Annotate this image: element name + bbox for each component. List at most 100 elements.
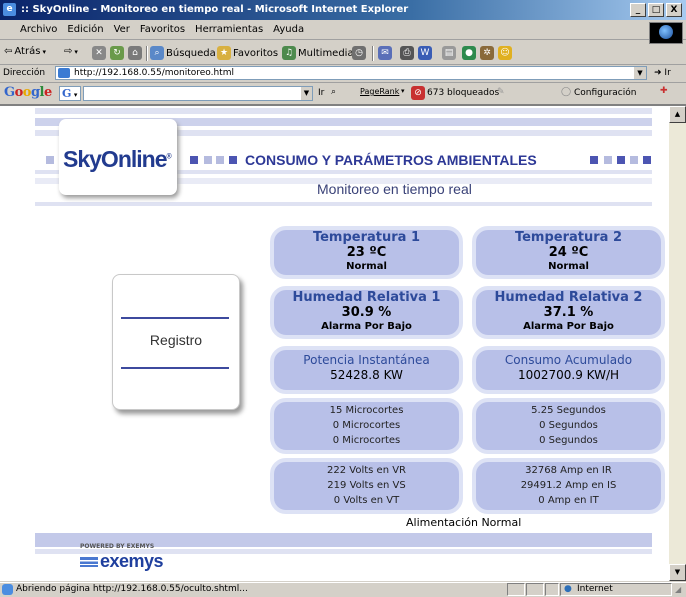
instant-power-value: 52428.8 KW: [330, 368, 403, 382]
registro-button[interactable]: Registro: [112, 274, 240, 410]
menu-favoritos[interactable]: Favoritos: [135, 21, 190, 35]
humidity-1-status: Alarma Por Bajo: [321, 321, 412, 332]
microcuts-line: 15 Microcortes: [329, 405, 404, 416]
menu-ayuda[interactable]: Ayuda: [268, 21, 309, 35]
exemys-logo: exemys: [80, 551, 164, 572]
pagerank-button[interactable]: PageRank: [360, 87, 399, 96]
chevron-down-icon[interactable]: ▼: [301, 87, 312, 100]
settings-button[interactable]: Configuración: [574, 88, 636, 98]
instant-power-panel: Potencia Instantánea 52428.8 KW: [270, 346, 463, 394]
seconds-panel: 5.25 Segundos 0 Segundos 0 Segundos: [472, 398, 665, 454]
multimedia-label: Multimedia: [298, 47, 354, 59]
minimize-button[interactable]: _: [630, 3, 646, 17]
logo-text: SkyOnline: [63, 146, 167, 172]
multimedia-icon: ♫: [282, 46, 296, 60]
address-input[interactable]: http://192.168.0.55/monitoreo.html ▼: [55, 66, 647, 80]
vertical-scrollbar[interactable]: ▲ ▼: [669, 106, 686, 581]
favorites-button[interactable]: ★ Favoritos: [217, 46, 278, 60]
go-button[interactable]: ➜ Ir: [654, 68, 671, 78]
microcuts-line: 0 Microcortes: [332, 435, 401, 446]
temperature-2-status: Normal: [548, 261, 589, 272]
amps-line: 29491.2 Amp en IS: [520, 480, 617, 491]
status-message: Abriendo página http://192.168.0.55/ocul…: [16, 584, 248, 594]
loading-page-icon: [2, 584, 13, 595]
page-subtitle: Monitoreo en tiempo real: [317, 181, 472, 197]
google-search-site-icon[interactable]: ⌕: [331, 87, 336, 97]
temperature-1-label: Temperatura 1: [312, 230, 421, 245]
window-title: :: SkyOnline - Monitoreo en tiempo real …: [21, 4, 409, 15]
search-icon: ⌕: [150, 46, 164, 60]
scroll-up-button[interactable]: ▲: [669, 106, 686, 123]
search-button[interactable]: ⌕ Búsqueda: [150, 46, 216, 60]
highlight-icon[interactable]: ✎: [497, 87, 505, 97]
discuss-icon[interactable]: ▤: [442, 46, 456, 60]
windows-logo-throbber: [649, 22, 683, 44]
smiley-icon[interactable]: ☺: [498, 46, 512, 60]
menu-edicion[interactable]: Edición: [62, 21, 108, 35]
windows-logo-icon: [659, 25, 673, 39]
resize-grip-icon[interactable]: ◢: [675, 585, 681, 594]
multimedia-button[interactable]: ♫ Multimedia: [282, 46, 354, 60]
search-label: Búsqueda: [166, 47, 216, 59]
chevron-down-icon: ▾: [42, 47, 46, 56]
accumulated-consumption-value: 1002700.9 KW/H: [517, 368, 620, 382]
mail-icon[interactable]: ✉: [378, 46, 392, 60]
google-go-button[interactable]: Ir: [318, 88, 324, 98]
amps-panel: 32768 Amp en IR 29491.2 Amp en IS 0 Amp …: [472, 458, 665, 514]
favorites-icon: ★: [217, 46, 231, 60]
menu-archivo[interactable]: Archivo: [15, 21, 62, 35]
chevron-down-icon: ▾: [74, 47, 78, 56]
powered-by: POWERED BY EXEMYS: [80, 543, 155, 550]
home-icon[interactable]: ⌂: [128, 46, 142, 60]
back-button[interactable]: ⇦ Atrás ▾: [4, 46, 46, 57]
back-label: Atrás: [14, 46, 41, 57]
go-arrow-icon: ➜: [654, 68, 662, 78]
page-icon: [58, 68, 70, 78]
messenger-icon[interactable]: ●: [462, 46, 476, 60]
refresh-icon[interactable]: ↻: [110, 46, 124, 60]
menu-herramientas[interactable]: Herramientas: [190, 21, 268, 35]
google-search-input[interactable]: ▼: [83, 86, 313, 101]
menu-ver[interactable]: Ver: [109, 21, 135, 35]
close-button[interactable]: X: [666, 3, 682, 17]
trademark: ®: [166, 153, 171, 161]
temperature-2-label: Temperatura 2: [514, 230, 623, 245]
address-label: Dirección: [3, 68, 46, 78]
internet-explorer-icon: e: [3, 3, 16, 16]
accumulated-consumption-label: Consumo Acumulado: [504, 353, 633, 367]
maximize-button[interactable]: □: [648, 3, 664, 17]
translate-icon[interactable]: ✚: [660, 86, 668, 96]
seconds-line: 0 Segundos: [539, 420, 598, 431]
scroll-down-button[interactable]: ▼: [669, 564, 686, 581]
amps-line: 32768 Amp en IR: [525, 465, 612, 476]
stop-icon[interactable]: ✕: [92, 46, 106, 60]
accumulated-consumption-panel: Consumo Acumulado 1002700.9 KW/H: [472, 346, 665, 394]
humidity-2-status: Alarma Por Bajo: [523, 321, 614, 332]
humidity-1-value: 30.9 %: [341, 305, 392, 320]
volts-line: 0 Volts en VT: [333, 495, 400, 506]
popup-blocked-count[interactable]: 673 bloqueados: [427, 88, 499, 98]
google-logo[interactable]: Google: [4, 85, 52, 100]
window-controls: _ □ X: [630, 3, 682, 17]
google-g-button[interactable]: G ▾: [59, 86, 81, 101]
word-edit-icon[interactable]: W: [418, 46, 432, 60]
print-icon[interactable]: ⎙: [400, 46, 414, 60]
chevron-down-icon[interactable]: ▼: [634, 67, 646, 79]
humidity-1-panel: Humedad Relativa 1 30.9 % Alarma Por Baj…: [270, 286, 463, 339]
address-url: http://192.168.0.55/monitoreo.html: [74, 68, 234, 78]
menu-bar: Archivo Edición Ver Favoritos Herramientas Ay…: [0, 21, 686, 40]
temperature-1-value: 23 ºC: [346, 245, 387, 260]
forward-arrow-icon: ⇨: [64, 46, 73, 57]
microcuts-line: 0 Microcortes: [332, 420, 401, 431]
volts-panel: 222 Volts en VR 219 Volts en VS 0 Volts …: [270, 458, 463, 514]
forward-button[interactable]: ⇨ ▾: [64, 46, 78, 57]
temperature-1-panel: Temperatura 1 23 ºC Normal: [270, 226, 463, 279]
humidity-1-label: Humedad Relativa 1: [292, 290, 441, 305]
title-bar: e :: SkyOnline - Monitoreo en tiempo rea…: [0, 0, 686, 20]
address-bar: Dirección http://192.168.0.55/monitoreo.…: [0, 65, 686, 83]
popup-blocker-icon: ⊘: [411, 86, 425, 100]
chevron-down-icon[interactable]: ▾: [401, 87, 405, 95]
amps-line: 0 Amp en IT: [538, 495, 599, 506]
tools-icon[interactable]: ✲: [480, 46, 494, 60]
history-icon[interactable]: ◷: [352, 46, 366, 60]
